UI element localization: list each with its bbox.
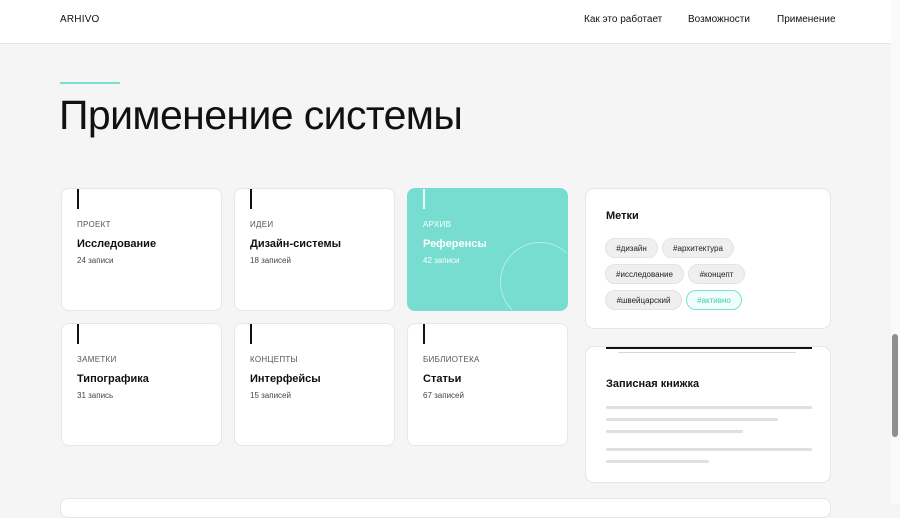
nav-link-how-it-works[interactable]: Как это работает [584, 14, 662, 25]
card-category: ПРОЕКТ [77, 220, 111, 229]
tag-active[interactable]: #активно [686, 290, 742, 310]
card-title: Референсы [423, 238, 487, 250]
category-card-references[interactable]: АРХИВ Референсы 42 записи [407, 188, 568, 311]
card-title: Типографика [77, 373, 149, 385]
category-card-typography[interactable]: ЗАМЕТКИ Типографика 31 запись [61, 323, 222, 446]
card-category: ЗАМЕТКИ [77, 355, 117, 364]
notebook-text-line [606, 418, 778, 421]
notebook-text-line [606, 448, 812, 451]
decorative-circle [500, 242, 567, 310]
page-title: Применение системы [59, 92, 463, 138]
notebook-text-line [606, 460, 709, 463]
notebook-top-rule [606, 347, 812, 349]
tags-panel-title: Метки [606, 210, 639, 222]
section-accent-line [60, 82, 120, 84]
card-title: Исследование [77, 238, 157, 250]
card-count: 24 записи [77, 256, 114, 265]
notebook-panel-title: Записная книжка [606, 378, 700, 390]
card-category: ИДЕИ [250, 220, 274, 229]
card-marker [250, 189, 252, 209]
card-marker [423, 189, 425, 209]
card-count: 18 записей [250, 256, 291, 265]
card-title: Интерфейсы [250, 373, 321, 385]
tag-architecture[interactable]: #архитектура [662, 238, 734, 258]
card-marker [77, 189, 79, 209]
card-category: КОНЦЕПТЫ [250, 355, 298, 364]
card-marker [77, 324, 79, 344]
category-card-research[interactable]: ПРОЕКТ Исследование 24 записи [61, 188, 222, 311]
notebook-text-line [606, 406, 812, 409]
scrollbar-thumb[interactable] [892, 334, 898, 437]
nav-link-features[interactable]: Возможности [688, 14, 750, 25]
card-category: БИБЛИОТЕКА [423, 355, 480, 364]
category-card-articles[interactable]: БИБЛИОТЕКА Статьи 67 записей [407, 323, 568, 446]
top-navigation-bar: ARHIVO Как это работает Возможности Прим… [0, 0, 891, 44]
next-section-card [60, 498, 831, 518]
category-card-interfaces[interactable]: КОНЦЕПТЫ Интерфейсы 15 записей [234, 323, 395, 446]
card-category: АРХИВ [423, 220, 452, 229]
tag-swiss[interactable]: #швейцарский [605, 290, 682, 310]
card-count: 15 записей [250, 391, 291, 400]
nav-link-applications[interactable]: Применение [777, 14, 836, 25]
notebook-panel: Записная книжка [585, 346, 831, 483]
card-marker [250, 324, 252, 344]
card-count: 31 запись [77, 391, 114, 400]
card-count: 67 записей [423, 391, 464, 400]
card-title: Статьи [423, 373, 462, 385]
notebook-text-line [606, 430, 743, 433]
card-count: 42 записи [423, 256, 460, 265]
tag-research[interactable]: #исследование [605, 264, 684, 284]
tag-concept[interactable]: #концепт [688, 264, 745, 284]
brand-logo[interactable]: ARHIVO [60, 14, 100, 25]
card-marker [423, 324, 425, 344]
category-card-design-systems[interactable]: ИДЕИ Дизайн-системы 18 записей [234, 188, 395, 311]
tag-design[interactable]: #дизайн [605, 238, 658, 258]
tags-panel: Метки #дизайн #архитектура #исследование… [585, 188, 831, 329]
card-title: Дизайн-системы [250, 238, 341, 250]
notebook-page-edge [618, 352, 796, 353]
